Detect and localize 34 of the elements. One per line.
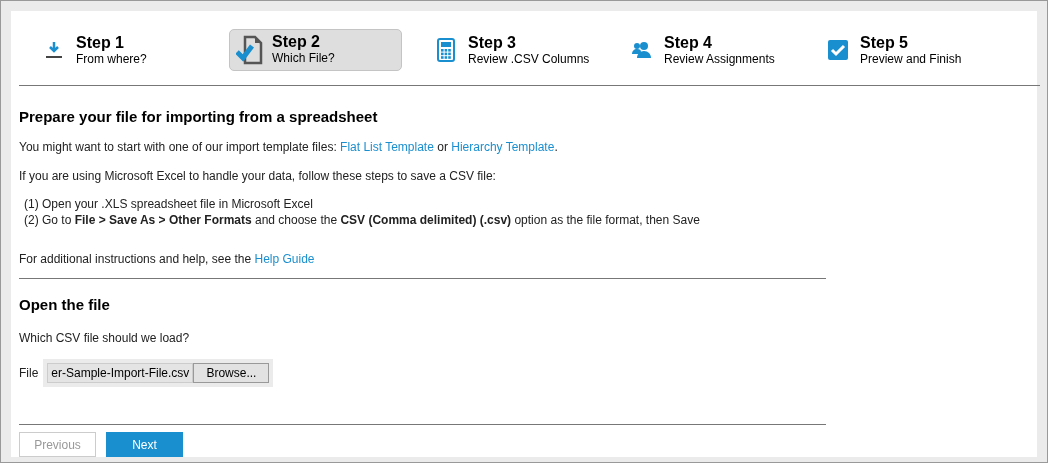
- file-check-icon: [236, 34, 264, 65]
- download-icon: [46, 41, 62, 59]
- wizard-step[interactable]: Step 4 Review Assignments: [621, 29, 796, 71]
- step-subtitle: Preview and Finish: [860, 51, 962, 67]
- step-subtitle: Review Assignments: [664, 51, 775, 67]
- field-label: File: [19, 365, 39, 382]
- wizard-step[interactable]: Step 3 Review .CSV Columns: [425, 29, 611, 71]
- step-title: Step 5: [860, 33, 909, 52]
- template-sentence: You might want to start with one of our import template files: Flat List Template or Hierarchy Template.: [19, 138, 559, 156]
- people-icon: [632, 41, 652, 59]
- step-title: Step 1: [76, 33, 125, 52]
- wizard-step[interactable]: Step 1 From where?: [33, 29, 168, 71]
- help-sentence: For additional instructions and help, see the Help Guide: [19, 250, 316, 268]
- instruction-step: (2) Go to File > Save As > Other Formats and choose the CSV (Comma delimited) (.csv) option as the file format, then Save: [24, 211, 826, 228]
- section-heading: Open the file: [19, 294, 111, 315]
- step-subtitle: Review .CSV Columns: [468, 51, 590, 67]
- wizard-step[interactable]: Step 5 Preview and Finish: [817, 29, 983, 71]
- file-name-field[interactable]: er-Sample-Import-File.csv: [47, 363, 194, 383]
- wizard-step[interactable]: Step 2 Which File?: [229, 28, 402, 71]
- section-heading: Prepare your file for importing from a spreadsheet: [19, 107, 379, 127]
- link[interactable]: Flat List Template: [340, 139, 434, 154]
- step-subtitle: From where?: [76, 51, 147, 67]
- browse-button[interactable]: Browse...: [193, 363, 270, 383]
- calculator-icon: [437, 38, 455, 62]
- question-text: Which CSV file should we load?: [19, 330, 191, 347]
- step-title: Step 2: [272, 33, 321, 51]
- step-title: Step 3: [468, 33, 517, 52]
- step-title: Step 4: [664, 33, 713, 52]
- excel-note: If you are using Microsoft Excel to handle your data, follow these steps to save a CSV file:: [19, 167, 497, 185]
- next-button[interactable]: Next: [106, 432, 183, 457]
- step-subtitle: Which File?: [272, 51, 335, 66]
- link[interactable]: Help Guide: [254, 251, 315, 266]
- instruction-step: (1) Open your .XLS spreadsheet file in Microsoft Excel: [24, 195, 826, 212]
- checkbox-icon: [828, 40, 848, 60]
